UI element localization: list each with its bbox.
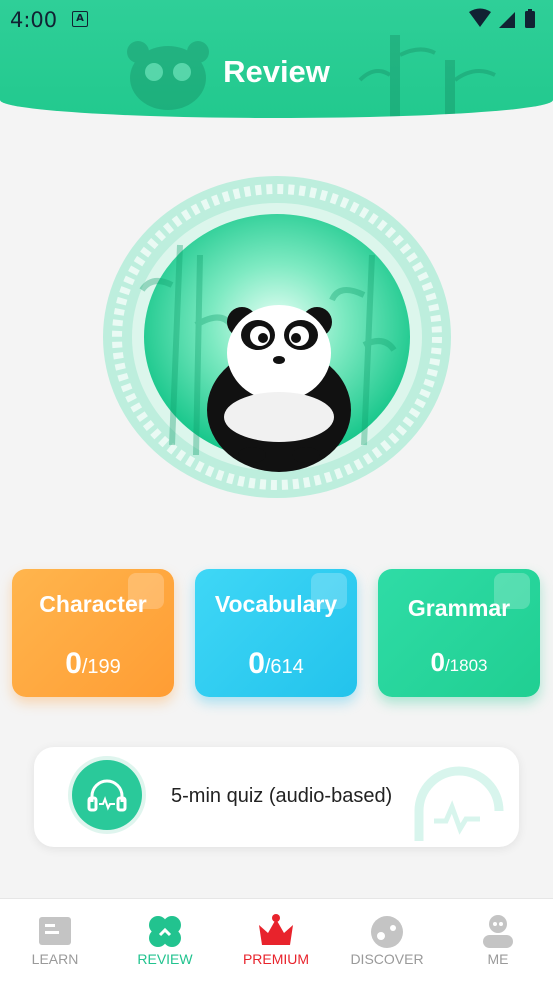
nav-review-label: REVIEW xyxy=(137,951,193,967)
bottom-navigation: LEARN REVIEW PREMIUM DISCOVER ME xyxy=(0,898,553,985)
nav-me-label: ME xyxy=(487,951,509,967)
audio-quiz-button[interactable]: 5-min quiz (audio-based) xyxy=(34,747,519,847)
quiz-icon-circle xyxy=(72,760,142,830)
panda-medallion[interactable] xyxy=(102,175,452,499)
planet-icon xyxy=(371,916,403,948)
notification-icon: A xyxy=(72,11,88,27)
card-grammar[interactable]: Grammar 0/1803 xyxy=(378,569,540,697)
clover-icon xyxy=(149,916,181,947)
headphones-watermark-icon xyxy=(414,766,504,841)
book-open-icon xyxy=(39,917,71,945)
header: 4:00 A Review xyxy=(0,0,553,118)
nav-me[interactable]: ME xyxy=(443,899,553,985)
page-title: Review xyxy=(223,54,330,89)
status-icons xyxy=(469,8,535,28)
card-vocabulary-count: 0/614 xyxy=(248,647,304,680)
card-vocabulary-title: Vocabulary xyxy=(214,591,338,617)
card-grammar-title: Grammar xyxy=(407,595,511,621)
nav-discover[interactable]: DISCOVER xyxy=(332,899,442,985)
nav-premium-label: PREMIUM xyxy=(242,951,310,967)
card-character-title: Character xyxy=(39,591,147,617)
nav-review[interactable]: REVIEW xyxy=(110,899,220,985)
nav-learn-label: LEARN xyxy=(31,951,79,967)
battery-icon xyxy=(525,11,535,28)
status-time: 4:00 xyxy=(10,8,58,32)
crown-icon xyxy=(259,914,293,945)
nav-discover-label: DISCOVER xyxy=(350,951,424,967)
wifi-icon xyxy=(469,8,491,27)
quiz-label: 5-min quiz (audio-based) xyxy=(171,785,393,807)
nav-premium[interactable]: PREMIUM xyxy=(221,899,331,985)
card-character[interactable]: Character 0/199 xyxy=(12,569,174,697)
nav-learn[interactable]: LEARN xyxy=(0,899,110,985)
card-grammar-count: 0/1803 xyxy=(430,647,488,677)
card-vocabulary[interactable]: Vocabulary 0/614 xyxy=(195,569,357,697)
card-character-count: 0/199 xyxy=(65,647,121,680)
signal-icon xyxy=(499,12,515,28)
user-icon xyxy=(483,915,513,948)
status-bar: 4:00 A xyxy=(0,0,553,40)
headphones-icon xyxy=(87,779,127,812)
